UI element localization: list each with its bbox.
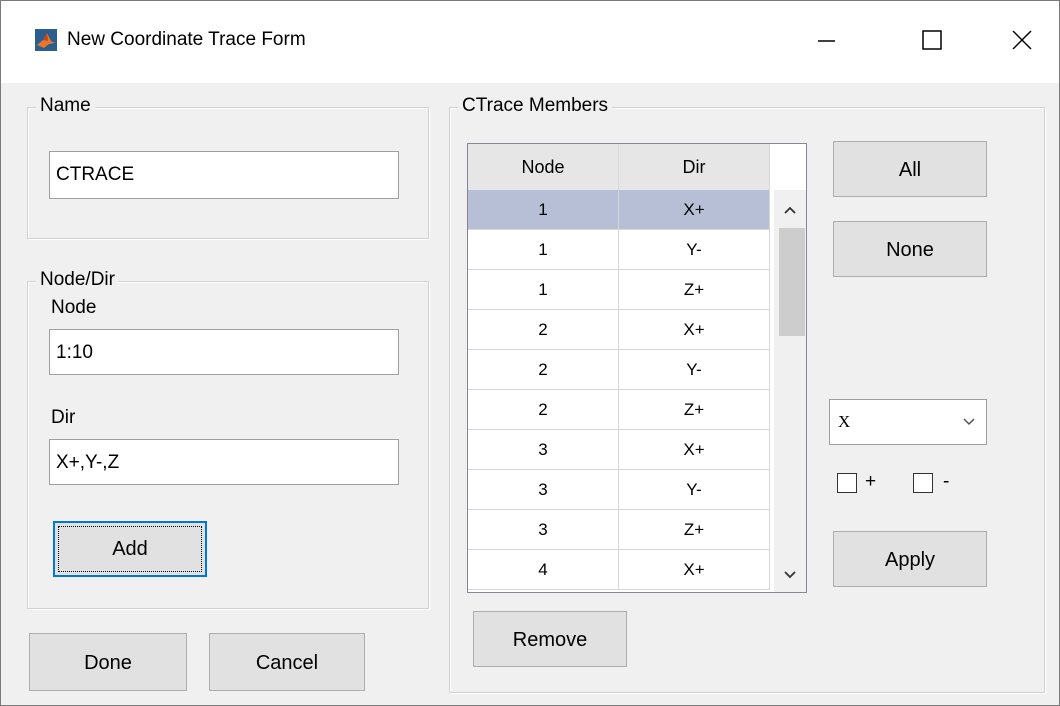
all-button[interactable]: All	[833, 141, 987, 197]
plus-checkbox-label: +	[865, 471, 877, 492]
column-header-dir[interactable]: Dir	[619, 144, 770, 190]
dir-cell[interactable]: Z+	[619, 510, 770, 550]
nodedir-legend: Node/Dir	[36, 268, 119, 292]
ctrace-legend: CTrace Members	[458, 94, 613, 118]
node-input[interactable]: 1:10	[49, 329, 399, 375]
minimize-button[interactable]	[787, 1, 865, 81]
node-cell[interactable]: 3	[468, 510, 619, 550]
matlab-icon	[35, 29, 57, 51]
close-icon	[1012, 30, 1032, 50]
table-row[interactable]: 4 X+	[468, 550, 770, 590]
table-scrollbar[interactable]	[774, 190, 806, 592]
chevron-up-icon[interactable]	[774, 194, 806, 224]
table-row[interactable]: 1 X+	[468, 190, 770, 230]
table-row[interactable]: 3 Z+	[468, 510, 770, 550]
node-cell[interactable]: 1	[468, 270, 619, 310]
minus-checkbox[interactable]	[913, 473, 933, 493]
axis-select[interactable]: X	[829, 399, 987, 445]
dir-cell[interactable]: X+	[619, 190, 770, 230]
scrollbar-thumb[interactable]	[779, 228, 805, 336]
dir-cell[interactable]: Z+	[619, 270, 770, 310]
none-button[interactable]: None	[833, 221, 987, 277]
name-input[interactable]: CTRACE	[49, 151, 399, 199]
title-bar[interactable]: New Coordinate Trace Form	[1, 1, 1059, 83]
table-row[interactable]: 3 Y-	[468, 470, 770, 510]
close-button[interactable]	[983, 1, 1060, 81]
table-header: Node Dir	[468, 144, 770, 190]
dir-cell[interactable]: Z+	[619, 390, 770, 430]
node-cell[interactable]: 4	[468, 550, 619, 590]
node-label: Node	[51, 297, 97, 318]
node-cell[interactable]: 3	[468, 430, 619, 470]
node-cell[interactable]: 3	[468, 470, 619, 510]
table-row[interactable]: 1 Y-	[468, 230, 770, 270]
dir-label: Dir	[51, 407, 76, 428]
apply-button[interactable]: Apply	[833, 531, 987, 587]
ctrace-members-table[interactable]: Node Dir 1 X+ 1 Y- 1 Z+ 2 X+ 2 Y- 2 Z+ 3 X+ 3 Y- 3 Z+ 4 X+	[467, 143, 807, 593]
dir-cell[interactable]: Y-	[619, 470, 770, 510]
node-cell[interactable]: 1	[468, 230, 619, 270]
table-row[interactable]: 2 X+	[468, 310, 770, 350]
remove-button[interactable]: Remove	[473, 611, 627, 667]
dir-cell[interactable]: X+	[619, 550, 770, 590]
minus-checkbox-label: -	[943, 471, 950, 492]
table-row[interactable]: 3 X+	[468, 430, 770, 470]
table-row[interactable]: 1 Z+	[468, 270, 770, 310]
dialog-window: New Coordinate Trace Form Name CTRACE No…	[0, 0, 1060, 706]
maximize-icon	[922, 30, 942, 50]
maximize-button[interactable]	[893, 1, 971, 81]
minimize-icon	[818, 40, 835, 42]
add-button[interactable]: Add	[53, 521, 207, 577]
dir-cell[interactable]: X+	[619, 310, 770, 350]
dir-cell[interactable]: Y-	[619, 230, 770, 270]
column-header-node[interactable]: Node	[468, 144, 619, 190]
cancel-button[interactable]: Cancel	[209, 633, 365, 691]
dir-cell[interactable]: Y-	[619, 350, 770, 390]
chevron-down-icon	[963, 418, 975, 426]
table-row[interactable]: 2 Y-	[468, 350, 770, 390]
name-legend: Name	[36, 94, 95, 118]
chevron-down-icon[interactable]	[774, 560, 806, 590]
node-cell[interactable]: 2	[468, 310, 619, 350]
dir-cell[interactable]: X+	[619, 430, 770, 470]
node-cell[interactable]: 2	[468, 350, 619, 390]
plus-checkbox[interactable]	[837, 473, 857, 493]
node-cell[interactable]: 1	[468, 190, 619, 230]
node-cell[interactable]: 2	[468, 390, 619, 430]
done-button[interactable]: Done	[29, 633, 187, 691]
axis-select-value: X	[838, 412, 851, 431]
dir-input[interactable]: X+,Y-,Z	[49, 439, 399, 485]
focus-ring	[58, 526, 202, 572]
window-title: New Coordinate Trace Form	[67, 29, 306, 50]
table-row[interactable]: 2 Z+	[468, 390, 770, 430]
